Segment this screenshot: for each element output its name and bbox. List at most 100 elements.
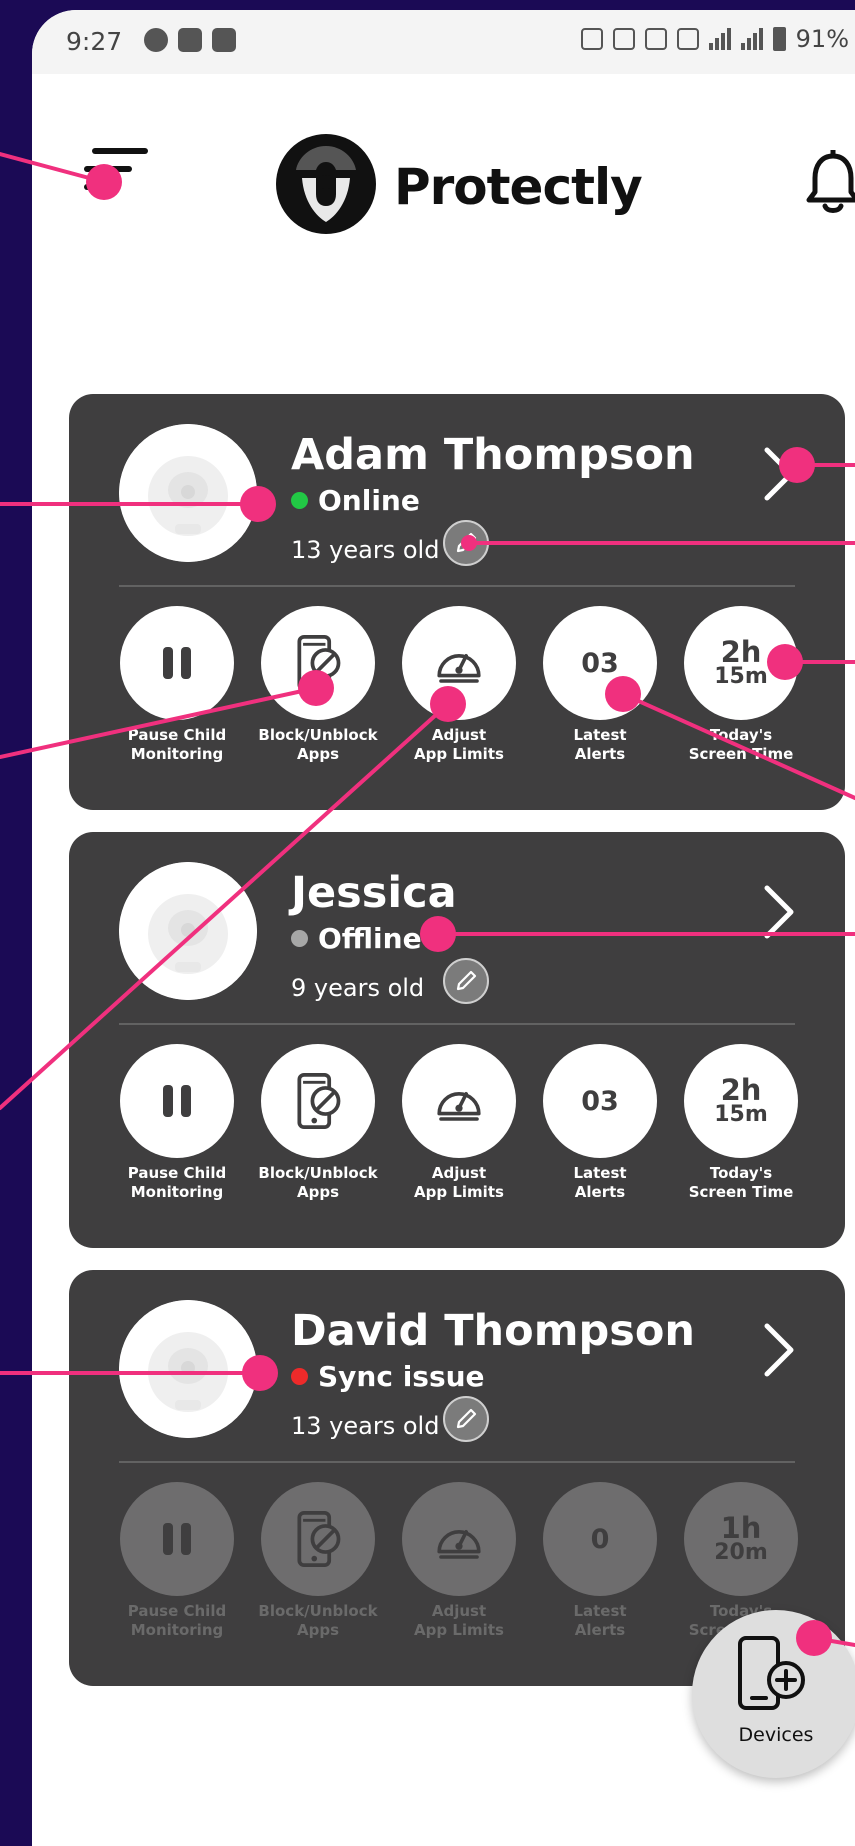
adjust-limits-button: Adjust App Limits	[389, 1482, 529, 1640]
chevron-right-icon[interactable]	[759, 444, 799, 504]
child-age: 13 years old	[291, 536, 440, 564]
shop-notification-icon	[212, 28, 236, 52]
gauge-icon	[437, 1092, 481, 1121]
divider	[119, 1023, 795, 1025]
menu-icon[interactable]	[84, 140, 148, 196]
pencil-icon	[456, 532, 477, 553]
action-label: Today's	[709, 726, 773, 744]
action-label: Alerts	[574, 1621, 626, 1639]
action-row: Pause Child Monitoring Block/Unblock Apps …	[107, 1044, 823, 1234]
chat-notification-icon	[144, 28, 168, 52]
screen-time-button[interactable]: 2h 15m Today's Screen Time	[671, 606, 811, 764]
latest-alerts-button[interactable]: 03 Latest Alerts	[530, 606, 670, 764]
app-screen: 9:27 91% Protectly Adam Thompson Online …	[32, 10, 855, 1846]
action-label: Monitoring	[130, 1183, 224, 1201]
wifi-calling-icon	[612, 28, 635, 50]
action-row: Pause Child Monitoring Block/Unblock Apps …	[107, 606, 823, 796]
edit-button[interactable]	[443, 1396, 489, 1442]
divider	[119, 1461, 795, 1463]
brand-name: Protectly	[394, 158, 643, 216]
edit-button[interactable]	[443, 520, 489, 566]
vibrate-icon	[580, 28, 603, 50]
adjust-limits-button[interactable]: Adjust App Limits	[389, 606, 529, 764]
block-apps-icon	[297, 635, 341, 691]
pencil-icon	[456, 1408, 477, 1429]
screen-time-hours: 2h	[720, 1073, 762, 1107]
child-status: Sync issue	[291, 1360, 485, 1393]
action-label: App Limits	[414, 1183, 504, 1201]
status-dot	[291, 930, 308, 947]
adjust-limits-button[interactable]: Adjust App Limits	[389, 1044, 529, 1202]
signal-icon	[708, 28, 731, 50]
child-status: Offline	[291, 922, 422, 955]
action-label: Screen Time	[688, 745, 794, 763]
block-apps-icon	[297, 1073, 341, 1129]
action-label: Latest	[573, 1602, 627, 1620]
action-label: Monitoring	[130, 1621, 224, 1639]
pause-monitoring-button[interactable]: Pause Child Monitoring	[107, 1044, 247, 1202]
pencil-icon	[456, 970, 477, 991]
alerts-count: 0	[590, 1523, 610, 1555]
block-apps-button[interactable]: Block/Unblock Apps	[248, 606, 388, 764]
signal-icon	[740, 28, 763, 50]
action-label: Pause Child	[127, 1602, 227, 1620]
action-label: Block/Unblock	[258, 1602, 378, 1620]
action-label: Adjust	[431, 1164, 487, 1182]
screen-time-hours: 1h	[720, 1511, 762, 1545]
alerts-count: 03	[581, 647, 619, 679]
action-label: Pause Child	[127, 1164, 227, 1182]
block-apps-button[interactable]: Block/Unblock Apps	[248, 1044, 388, 1202]
child-card[interactable]: Jessica Offline 9 years old Pause Child M…	[69, 832, 845, 1248]
child-card[interactable]: Adam Thompson Online 13 years old Pause …	[69, 394, 845, 810]
alerts-count: 03	[581, 1085, 619, 1117]
child-name: Jessica	[291, 868, 457, 918]
action-label: Alerts	[574, 1183, 626, 1201]
action-label: Latest	[573, 1164, 627, 1182]
wifi-icon	[676, 28, 699, 50]
block-apps-button: Block/Unblock Apps	[248, 1482, 388, 1640]
status-text: Offline	[318, 922, 422, 955]
pause-icon	[163, 1523, 191, 1555]
bell-icon[interactable]	[803, 150, 855, 216]
action-label: Block/Unblock	[258, 1164, 378, 1182]
avatar	[119, 862, 257, 1000]
screen-time-button[interactable]: 2h 15m Today's Screen Time	[671, 1044, 811, 1202]
chevron-right-icon[interactable]	[759, 882, 799, 942]
status-dot	[291, 492, 308, 509]
gauge-icon	[437, 654, 481, 683]
status-time: 9:27	[66, 27, 123, 56]
status-text: Sync issue	[318, 1360, 485, 1393]
avatar	[119, 424, 257, 562]
action-label: Latest	[573, 726, 627, 744]
action-label: Pause Child	[127, 726, 227, 744]
system-indicators: 91%	[580, 25, 849, 53]
shop-notification-icon	[178, 28, 202, 52]
block-apps-icon	[297, 1511, 341, 1567]
latest-alerts-button: 0 Latest Alerts	[530, 1482, 670, 1640]
divider	[119, 585, 795, 587]
add-device-icon	[738, 1636, 805, 1710]
child-age: 9 years old	[291, 974, 425, 1002]
screen-time-minutes: 15m	[714, 664, 768, 689]
action-label: Alerts	[574, 745, 626, 763]
child-name: Adam Thompson	[291, 430, 695, 480]
latest-alerts-button[interactable]: 03 Latest Alerts	[530, 1044, 670, 1202]
add-device-button[interactable]: Devices	[692, 1610, 855, 1778]
action-label: Apps	[296, 745, 339, 763]
pause-icon	[163, 647, 191, 679]
avatar	[119, 1300, 257, 1438]
action-label: Screen Time	[688, 1183, 794, 1201]
screen-time-hours: 2h	[720, 635, 762, 669]
pause-monitoring-button[interactable]: Pause Child Monitoring	[107, 606, 247, 764]
status-bar: 9:27 91%	[32, 10, 855, 74]
notification-icons	[144, 28, 236, 52]
edit-button[interactable]	[443, 958, 489, 1004]
pause-icon	[163, 1085, 191, 1117]
child-name: David Thompson	[291, 1306, 696, 1356]
action-label: Adjust	[431, 726, 487, 744]
action-label: App Limits	[414, 1621, 504, 1639]
battery-percent: 91%	[795, 25, 849, 53]
action-label: Block/Unblock	[258, 726, 378, 744]
action-label: Apps	[296, 1183, 339, 1201]
chevron-right-icon[interactable]	[759, 1320, 799, 1380]
